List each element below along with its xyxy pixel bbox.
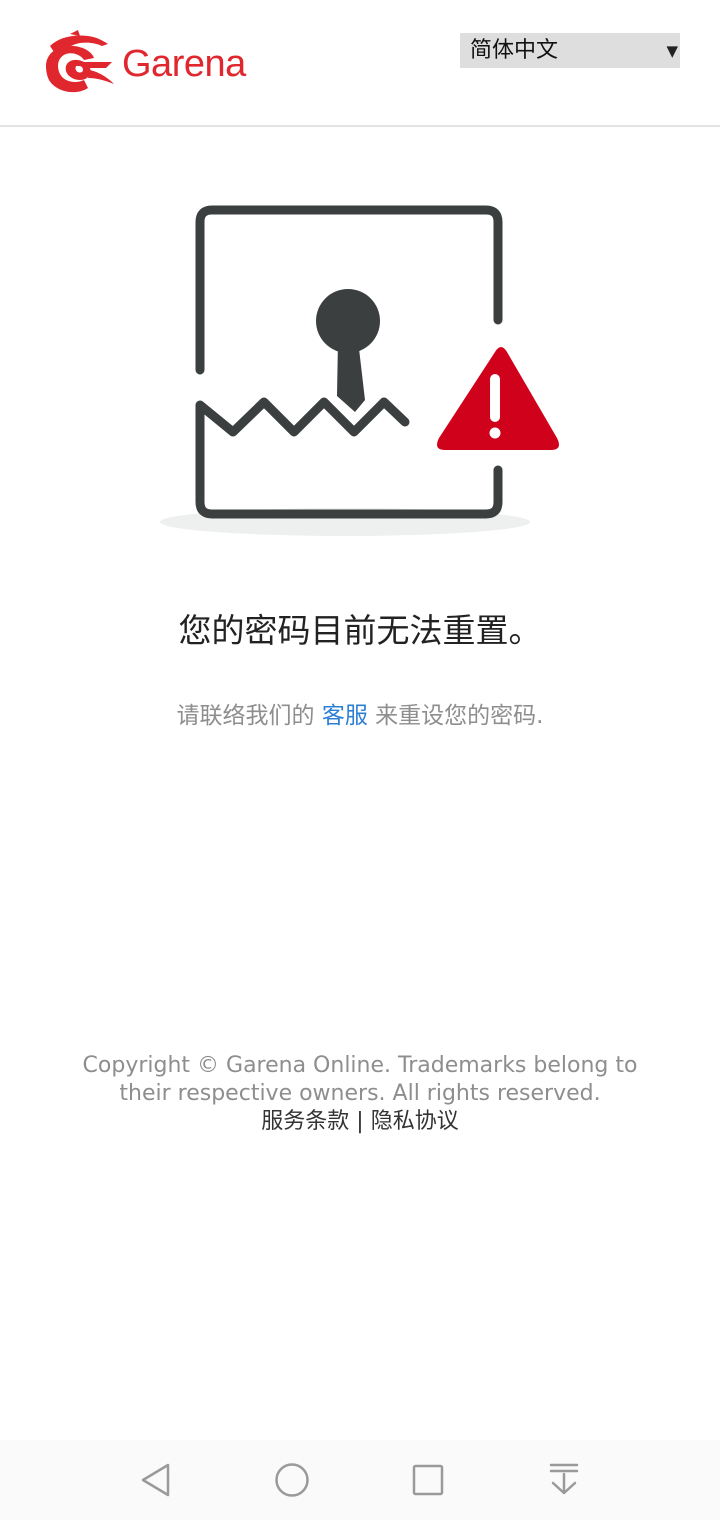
privacy-policy-link[interactable]: 隐私协议 — [371, 1109, 459, 1134]
customer-service-link[interactable]: 客服 — [322, 703, 368, 729]
garena-logo[interactable]: Garena — [40, 30, 246, 96]
dropdown-arrow-icon: ▼ — [666, 42, 678, 60]
reset-instructions: 请联络我们的 客服 来重设您的密码. — [0, 696, 720, 730]
notification-pull-icon[interactable] — [544, 1460, 584, 1500]
warning-triangle-icon — [437, 347, 559, 450]
back-icon[interactable] — [136, 1460, 176, 1500]
terms-of-service-link[interactable]: 服务条款 — [261, 1109, 349, 1134]
footer-links: 服务条款 | 隐私协议 — [60, 1108, 660, 1136]
message-before: 请联络我们的 — [176, 703, 315, 729]
garena-dragon-icon — [46, 30, 114, 93]
page-title: 您的密码目前无法重置。 — [178, 611, 542, 650]
system-navigation-bar — [0, 1440, 720, 1520]
language-selected-value: 简体中文 — [470, 38, 559, 63]
logo-text: Garena — [122, 42, 246, 85]
home-icon[interactable] — [272, 1460, 312, 1500]
page: Garena 简体中文 ▼ 您的密码目前无法重置。 请联络我们的 客服 来重设您… — [0, 0, 720, 1520]
language-select[interactable]: 简体中文 ▼ — [460, 33, 680, 68]
header: Garena 简体中文 ▼ — [0, 0, 720, 127]
footer: Copyright © Garena Online. Trademarks be… — [60, 1052, 660, 1136]
footer-separator: | — [356, 1109, 364, 1134]
broken-lock-illustration — [160, 205, 559, 536]
keyhole-icon — [316, 289, 380, 412]
message-after: 来重设您的密码. — [375, 703, 544, 729]
recents-icon[interactable] — [408, 1460, 448, 1500]
copyright-text: Copyright © Garena Online. Trademarks be… — [82, 1053, 638, 1106]
